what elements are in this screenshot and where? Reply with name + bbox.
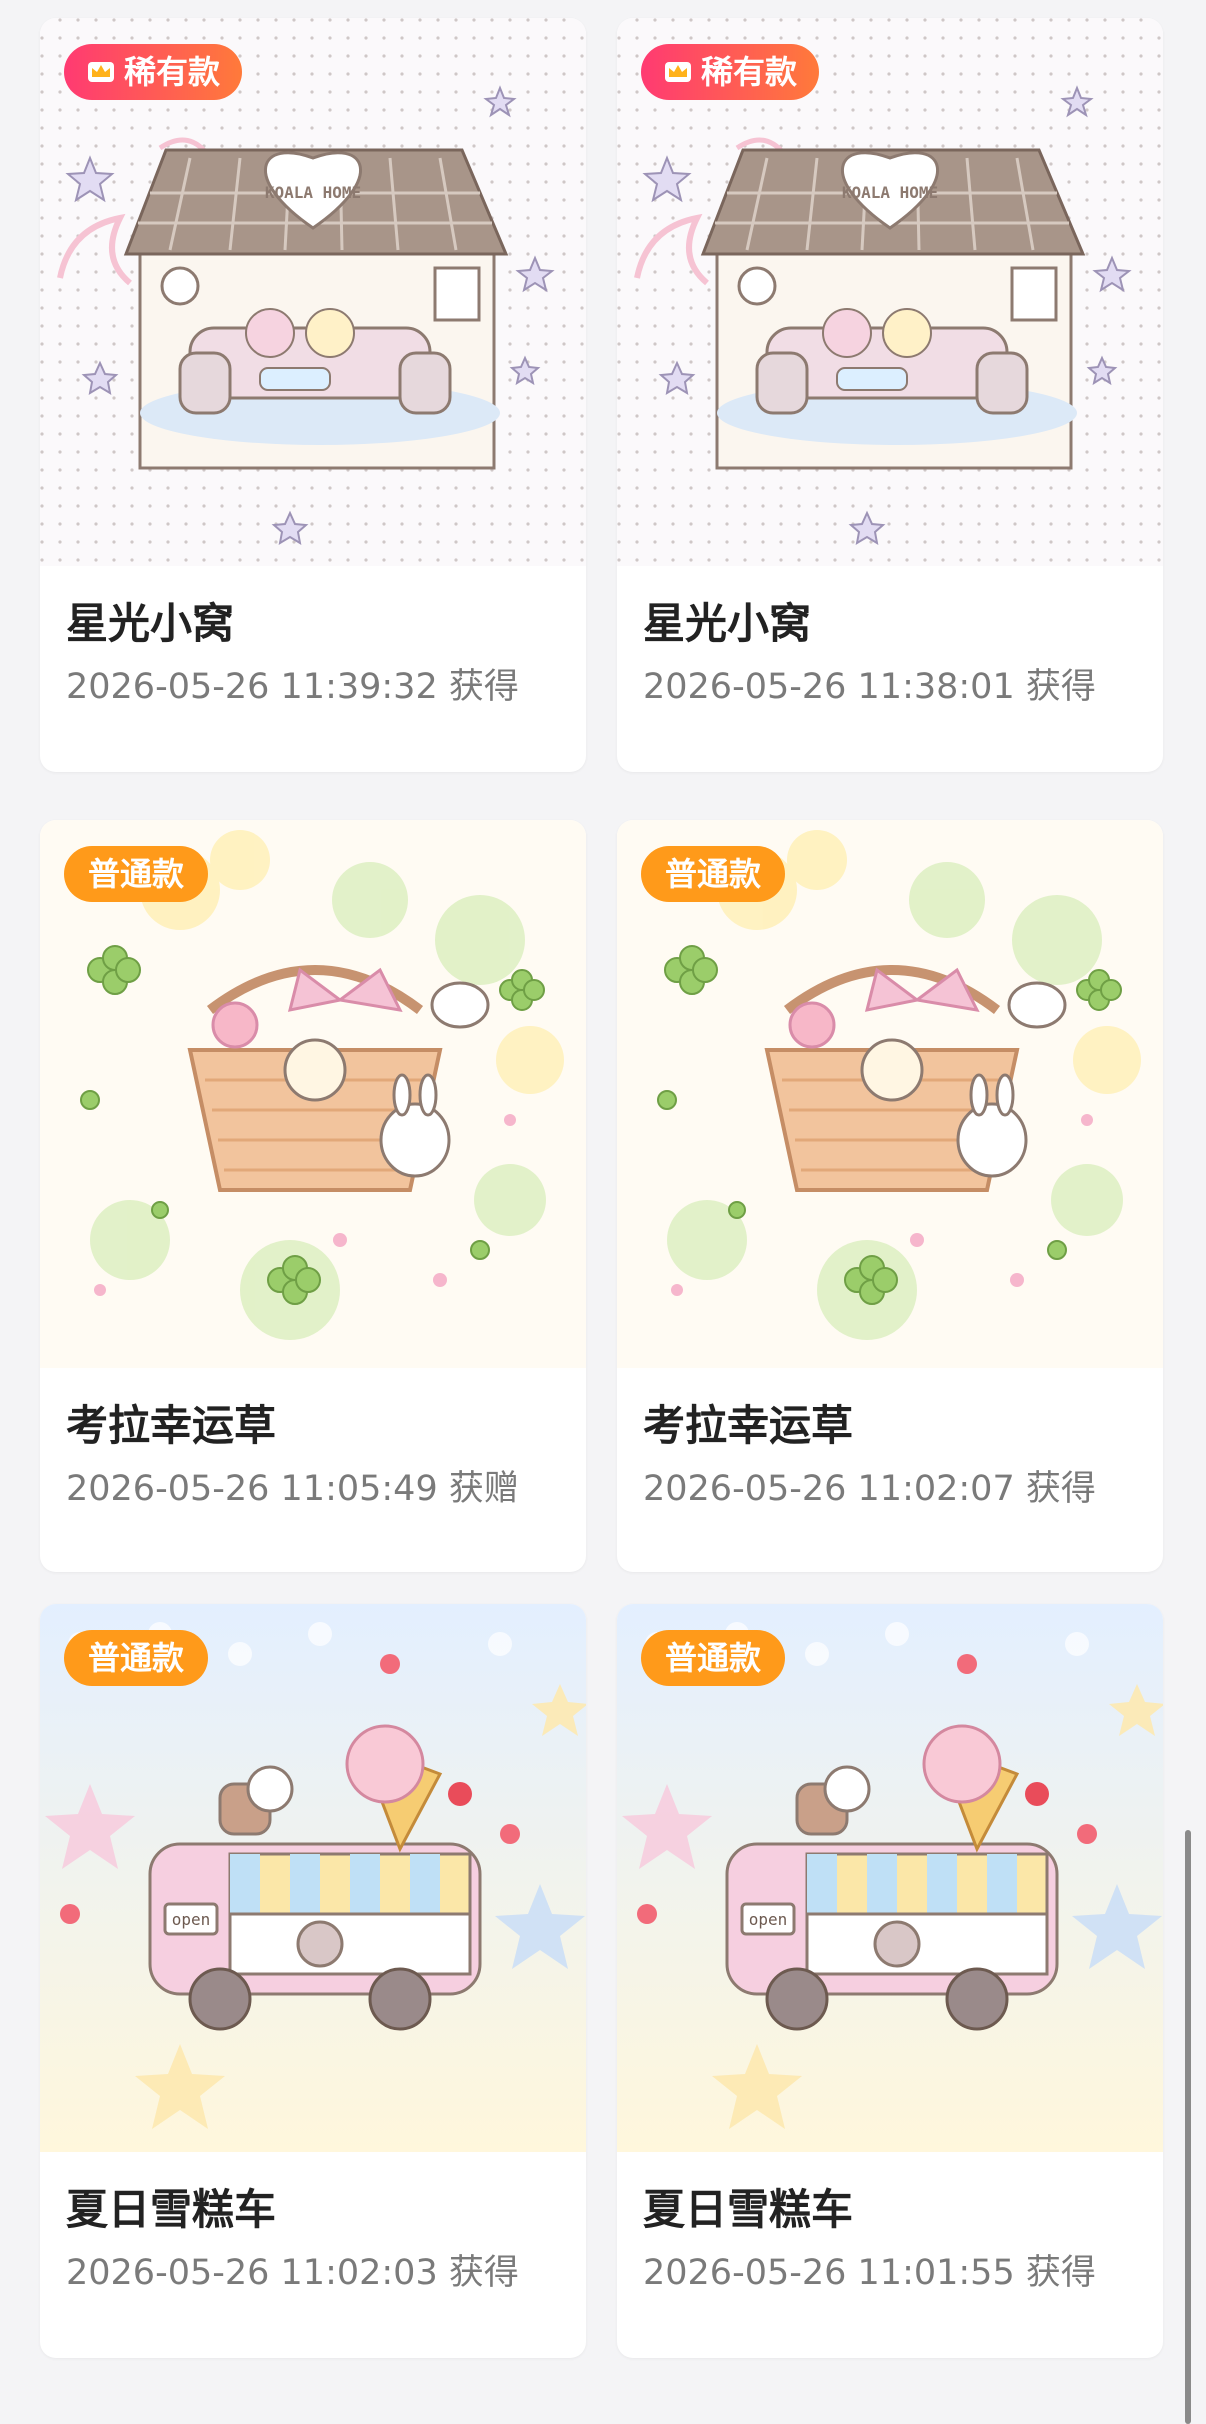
- rarity-badge: 普通款: [64, 1630, 209, 1686]
- card-artwork-lucky-clover: 普通款: [40, 820, 586, 1368]
- item-title: 考拉幸运草: [643, 1401, 854, 1450]
- rarity-badge: 普通款: [64, 846, 209, 902]
- vertical-scrollbar[interactable]: [1185, 1830, 1191, 2424]
- rarity-badge-label: 稀有款: [701, 53, 798, 91]
- open-sign: open: [749, 1910, 788, 1929]
- collection-card[interactable]: 普通款 考拉幸运草 2026-05-26 11:05:49 获赠: [40, 820, 586, 1572]
- koala-home-sign: KOALA HOME: [265, 183, 361, 202]
- collection-grid: KOALA HOME 稀有款 星光小窝 2026-05-26 11:39:32 …: [0, 0, 1206, 2424]
- rarity-badge-label: 普通款: [665, 855, 762, 893]
- obtained-time: 2026-05-26 11:39:32 获得: [66, 667, 519, 707]
- card-artwork-lucky-clover: 普通款: [617, 820, 1163, 1368]
- rarity-badge-label: 普通款: [88, 855, 185, 893]
- rarity-badge-label: 稀有款: [124, 53, 221, 91]
- collection-card[interactable]: KOALA HOME: [40, 18, 586, 772]
- rarity-badge: 稀有款: [641, 44, 820, 100]
- card-artwork-ice-cream-truck: open 普通款: [40, 1604, 586, 2152]
- rarity-badge: 稀有款: [64, 44, 243, 100]
- card-artwork-koala-home: KOALA HOME 稀有款: [617, 18, 1163, 566]
- collection-card[interactable]: open 普通款 夏日雪糕车 2026-05-26 11:01:55 获得: [617, 1604, 1163, 2358]
- item-title: 夏日雪糕车: [66, 2185, 277, 2234]
- obtained-time: 2026-05-26 11:01:55 获得: [643, 2253, 1096, 2293]
- rarity-badge-label: 普通款: [665, 1639, 762, 1677]
- item-title: 考拉幸运草: [66, 1401, 277, 1450]
- obtained-time: 2026-05-26 11:05:49 获赠: [66, 1469, 519, 1509]
- obtained-time: 2026-05-26 11:02:07 获得: [643, 1469, 1096, 1509]
- obtained-time: 2026-05-26 11:02:03 获得: [66, 2253, 519, 2293]
- item-title: 夏日雪糕车: [643, 2185, 854, 2234]
- crown-icon: [665, 62, 691, 82]
- crown-icon: [88, 62, 114, 82]
- item-title: 星光小窝: [643, 599, 812, 648]
- item-title: 星光小窝: [66, 599, 235, 648]
- open-sign: open: [172, 1910, 211, 1929]
- collection-card[interactable]: 普通款 考拉幸运草 2026-05-26 11:02:07 获得: [617, 820, 1163, 1572]
- rarity-badge: 普通款: [641, 846, 786, 902]
- rarity-badge: 普通款: [641, 1630, 786, 1686]
- card-artwork-ice-cream-truck: open 普通款: [617, 1604, 1163, 2152]
- koala-home-sign: KOALA HOME: [842, 183, 938, 202]
- rarity-badge-label: 普通款: [88, 1639, 185, 1677]
- card-artwork-koala-home: KOALA HOME 稀有款: [40, 18, 586, 566]
- collection-card[interactable]: open 普通款 夏日雪糕车 2026-05-26 11:02:03 获得: [40, 1604, 586, 2358]
- collection-card[interactable]: KOALA HOME: [617, 18, 1163, 772]
- obtained-time: 2026-05-26 11:38:01 获得: [643, 667, 1096, 707]
